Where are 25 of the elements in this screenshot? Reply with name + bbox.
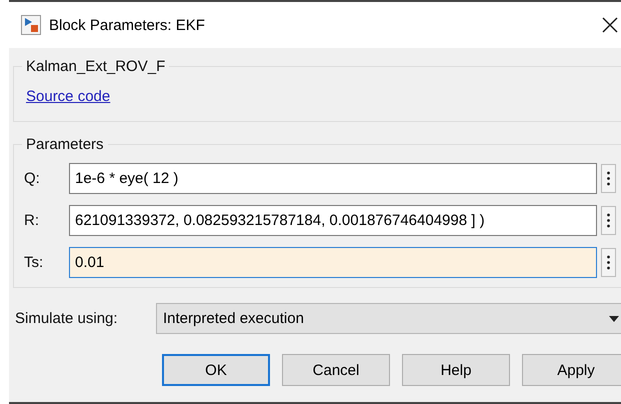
more-options-button[interactable]: [601, 206, 616, 235]
source-code-link[interactable]: Source code: [26, 88, 110, 105]
dialog-button[interactable]: OK: [162, 354, 270, 386]
group-title: Parameters: [25, 136, 105, 153]
more-options-button[interactable]: [601, 164, 616, 193]
field-label: Q:: [24, 170, 41, 187]
dialog-button[interactable]: Cancel: [282, 354, 390, 386]
close-icon: [601, 16, 619, 34]
window-title: Block Parameters: EKF: [49, 16, 206, 34]
dialog-button[interactable]: Help: [402, 354, 510, 386]
vertical-dots-icon: [607, 255, 610, 270]
more-options-button[interactable]: [601, 248, 616, 277]
simulate-dropdown[interactable]: Interpreted execution: [156, 303, 621, 334]
parameter-field[interactable]: 621091339372, 0.082593215787184, 0.001876746404998 ] ): [69, 205, 597, 236]
block-icon: [21, 15, 41, 35]
dropdown-caret-icon: [609, 316, 619, 322]
vertical-dots-icon: [607, 171, 610, 186]
field-label: R:: [24, 212, 40, 229]
simulate-label: Simulate using:: [15, 310, 119, 327]
group-title: Kalman_Ext_ROV_F: [25, 58, 166, 75]
dialog-button[interactable]: Apply: [522, 354, 621, 386]
field-label: Ts:: [24, 254, 44, 271]
parameter-field[interactable]: 0.01: [69, 247, 597, 278]
vertical-dots-icon: [607, 213, 610, 228]
parameter-field[interactable]: 1e-6 * eye( 12 ): [69, 163, 597, 194]
